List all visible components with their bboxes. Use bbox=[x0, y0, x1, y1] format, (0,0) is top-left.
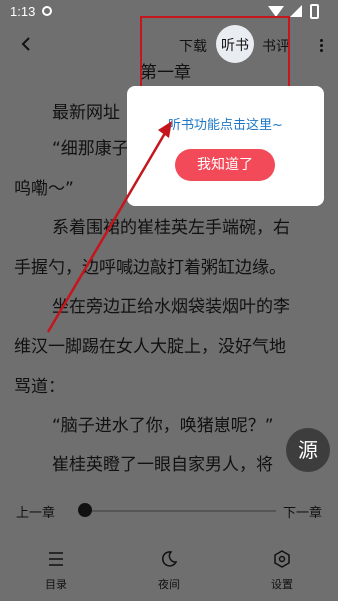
next-chapter-button[interactable]: 下一章 bbox=[283, 502, 322, 521]
source-button[interactable]: 源 bbox=[286, 428, 330, 472]
settings-icon bbox=[274, 550, 290, 568]
nav-item-catalog[interactable]: 目录 bbox=[26, 550, 86, 592]
moon-icon bbox=[161, 551, 178, 567]
chapter-progress-knob[interactable] bbox=[78, 503, 92, 517]
nav-item-night-mode[interactable]: 夜间 bbox=[139, 550, 199, 592]
nav-label: 设置 bbox=[271, 578, 293, 591]
nav-label: 目录 bbox=[45, 578, 67, 591]
chapter-progress-track[interactable] bbox=[86, 510, 276, 512]
chapter-navigation: 上一章 下一章 bbox=[0, 496, 338, 526]
list-icon bbox=[49, 552, 63, 566]
nav-item-settings[interactable]: 设置 bbox=[252, 550, 312, 592]
bottom-navigation: 目录 夜间 设置 bbox=[0, 540, 338, 601]
previous-chapter-button[interactable]: 上一章 bbox=[16, 502, 55, 521]
nav-label: 夜间 bbox=[158, 578, 180, 591]
